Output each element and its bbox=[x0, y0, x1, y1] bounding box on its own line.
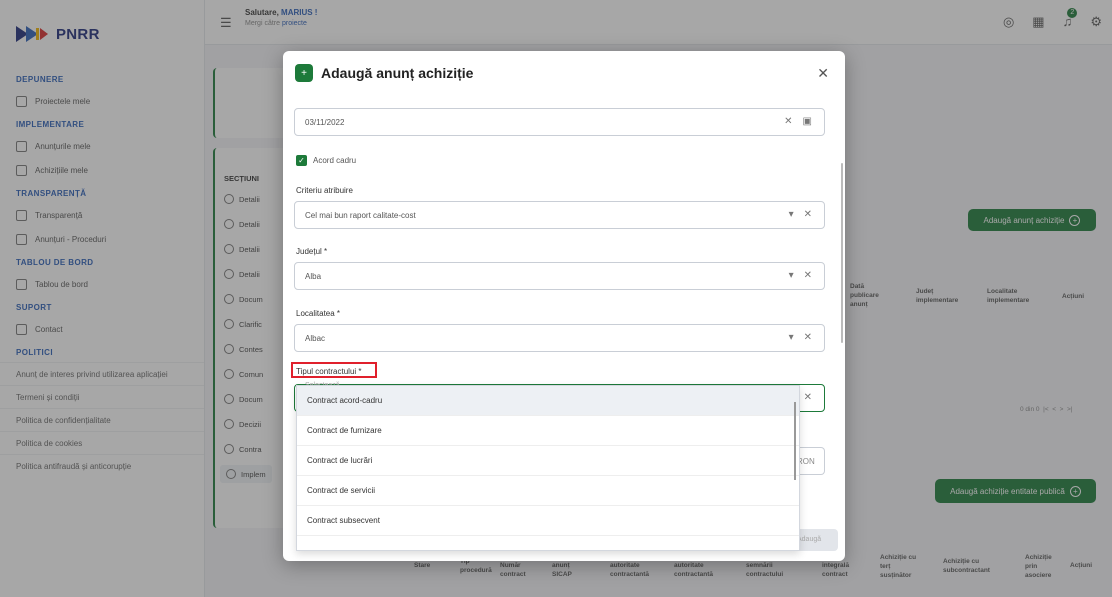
add-notice-modal: + Adaugă anunț achiziție ✕ 03/11/2022 ✕ ▣… bbox=[283, 51, 845, 561]
option-subsecvent[interactable]: Contract subsecvent bbox=[297, 506, 799, 536]
calendar-icon[interactable]: ▣ bbox=[803, 116, 812, 127]
option-lucrari[interactable]: Contract de lucrări bbox=[297, 446, 799, 476]
localitate-label: Localitatea * bbox=[296, 309, 341, 318]
document-plus-icon: + bbox=[295, 64, 313, 82]
chevron-down-icon[interactable]: ▾ bbox=[789, 209, 794, 220]
date-field[interactable]: 03/11/2022 ✕ ▣ bbox=[294, 108, 825, 136]
judet-label: Județul * bbox=[296, 247, 328, 256]
criteriu-select[interactable]: Cel mai bun raport calitate-cost ▾ ✕ bbox=[294, 201, 825, 229]
highlight-box bbox=[291, 362, 377, 378]
check-icon: ✓ bbox=[296, 155, 307, 166]
modal-scrollbar[interactable] bbox=[841, 163, 843, 343]
option-furnizare[interactable]: Contract de furnizare bbox=[297, 416, 799, 446]
dropdown-scrollbar[interactable] bbox=[794, 402, 796, 480]
clear-icon[interactable]: ✕ bbox=[804, 392, 812, 403]
clear-icon[interactable]: ✕ bbox=[784, 116, 792, 127]
clear-icon[interactable]: ✕ bbox=[804, 270, 812, 281]
judet-select[interactable]: Alba ▾ ✕ bbox=[294, 262, 825, 290]
app-root: PNRR DEPUNERE Proiectele mele IMPLEMENTA… bbox=[0, 0, 1112, 597]
clear-icon[interactable]: ✕ bbox=[804, 209, 812, 220]
modal-title: Adaugă anunț achiziție bbox=[321, 65, 474, 81]
contract-type-dropdown: Contract acord-cadru Contract de furniza… bbox=[296, 385, 800, 551]
chevron-down-icon[interactable]: ▾ bbox=[789, 332, 794, 343]
chevron-down-icon[interactable]: ▾ bbox=[789, 270, 794, 281]
modal-header: + Adaugă anunț achiziție bbox=[295, 64, 473, 82]
localitate-select[interactable]: Albac ▾ ✕ bbox=[294, 324, 825, 352]
close-icon[interactable]: ✕ bbox=[817, 65, 829, 82]
criteriu-label: Criteriu atribuire bbox=[296, 186, 353, 195]
option-servicii[interactable]: Contract de servicii bbox=[297, 476, 799, 506]
option-acord-cadru[interactable]: Contract acord-cadru bbox=[297, 386, 799, 416]
acord-cadru-checkbox[interactable]: ✓ Acord cadru bbox=[296, 155, 356, 166]
clear-icon[interactable]: ✕ bbox=[804, 332, 812, 343]
